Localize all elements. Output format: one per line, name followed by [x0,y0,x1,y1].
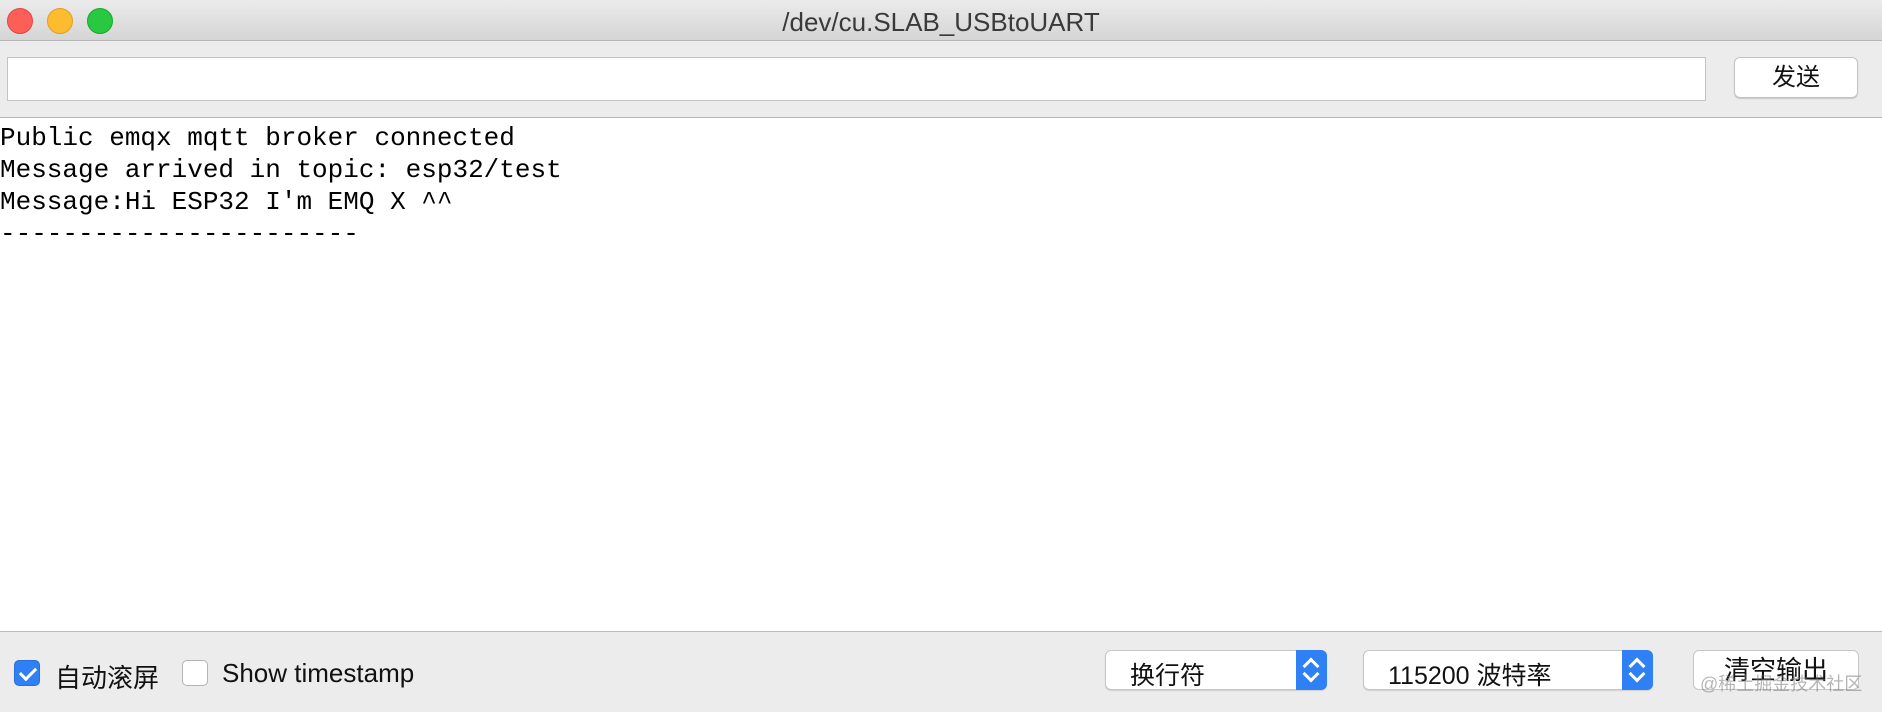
window-title: /dev/cu.SLAB_USBtoUART [782,7,1100,37]
up-down-chevron-icon [1622,650,1653,690]
output-line: Message arrived in topic: esp32/test [0,155,562,185]
send-button[interactable]: 发送 [1734,57,1858,98]
output-line: Public emqx mqtt broker connected [0,123,515,153]
baud-rate-select[interactable]: 115200 波特率 [1363,650,1653,690]
baud-rate-value: 115200 波特率 [1388,662,1552,690]
serial-send-input[interactable] [7,57,1706,101]
serial-output-area[interactable]: Public emqx mqtt broker connected Messag… [0,117,1882,632]
show-timestamp-checkbox[interactable] [182,660,208,686]
autoscroll-checkbox[interactable] [14,660,40,686]
watermark: @稀土掘金技术社区 [1700,674,1863,694]
title-bar: /dev/cu.SLAB_USBtoUART [0,0,1882,41]
output-line: ----------------------- [0,219,359,249]
autoscroll-label[interactable]: 自动滚屏 [55,658,159,695]
bottom-toolbar: 自动滚屏 Show timestamp 换行符 115200 波特率 清空输出 … [0,632,1882,712]
show-timestamp-label[interactable]: Show timestamp [222,658,414,689]
line-ending-value: 换行符 [1130,662,1206,690]
line-ending-select[interactable]: 换行符 [1105,650,1327,690]
up-down-chevron-icon [1296,650,1327,690]
output-line: Message:Hi ESP32 I'm EMQ X ^^ [0,187,453,217]
send-row: 发送 [0,41,1882,117]
